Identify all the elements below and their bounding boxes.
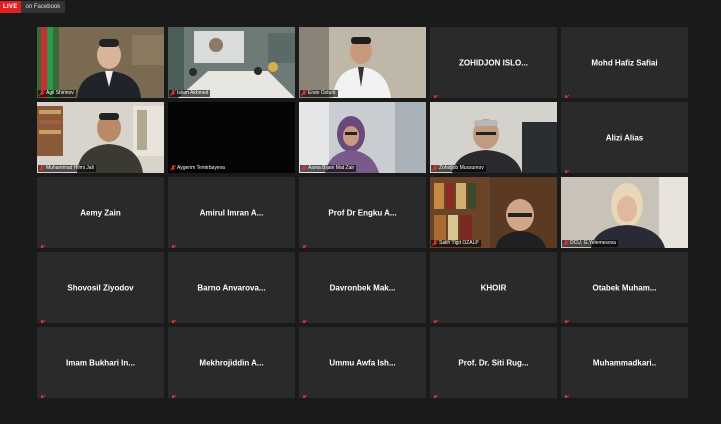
muted-mic-icon [563, 240, 569, 247]
participant-video [299, 27, 426, 98]
participant-name-label: Islam Akhmed [169, 90, 211, 97]
participant-name: Muhammadkari.. [592, 358, 657, 367]
muted-mic-icon [301, 314, 308, 323]
muted-mic-icon [39, 314, 46, 323]
participant-name: Ummu Awfa Ish... [329, 358, 396, 367]
participant-video [430, 177, 557, 248]
participant-name-label: Zohidjob Muxsumov [431, 165, 486, 172]
muted-mic-icon [563, 164, 570, 173]
participant-name-label: DCU, G.Yelemesova [562, 240, 618, 247]
muted-mic-icon [39, 90, 45, 97]
participant-name: Prof. Dr. Siti Rug... [458, 358, 529, 367]
participant-name: Alizi Alias [605, 133, 644, 142]
participant-tile[interactable]: Aygerim Temirbayeva [168, 102, 295, 173]
participant-name: Aemy Zain [80, 208, 121, 217]
participant-name: Prof Dr Engku A... [328, 208, 397, 217]
participant-name-label: Aygerim Temirbayeva [169, 165, 227, 172]
muted-mic-icon [563, 314, 570, 323]
muted-mic-icon [39, 239, 46, 248]
participant-name-label: Ersin Ozturk [300, 90, 338, 97]
participant-tile[interactable]: Asma Bijani Mat Zair [299, 102, 426, 173]
participant-tile[interactable]: Shovosil Ziyodov [37, 252, 164, 323]
participant-name: Davronbek Mak... [329, 283, 396, 292]
participant-tile[interactable]: Prof. Dr. Siti Rug... [430, 327, 557, 398]
participant-name-label: Salih Yigit OZALP [431, 240, 481, 247]
participant-tile[interactable]: Zohidjob Muxsumov [430, 102, 557, 173]
participant-name: Amirul Imran A... [199, 208, 264, 217]
muted-mic-icon [301, 239, 308, 248]
muted-mic-icon [301, 389, 308, 398]
participant-tile[interactable]: Alizi Alias [561, 102, 688, 173]
participant-tile[interactable]: Islam Akhmed [168, 27, 295, 98]
participant-name: Otabek Muham... [592, 283, 657, 292]
muted-mic-icon [563, 89, 570, 98]
muted-mic-icon [39, 389, 46, 398]
participant-tile[interactable]: Salih Yigit OZALP [430, 177, 557, 248]
muted-mic-icon [432, 389, 439, 398]
muted-mic-icon [170, 90, 176, 97]
participant-tile[interactable]: Prof Dr Engku A... [299, 177, 426, 248]
platform-label: on Facebook [20, 0, 66, 13]
participant-video [561, 177, 688, 248]
muted-mic-icon [170, 314, 177, 323]
participant-name-label: Asma Bijani Mat Zair [300, 165, 357, 172]
muted-mic-icon [301, 165, 307, 172]
participant-video [37, 102, 164, 173]
muted-mic-icon [170, 239, 177, 248]
muted-mic-icon [432, 89, 439, 98]
participant-name: Mohd Hafiz Safiai [591, 58, 658, 67]
participant-name: KHOIR [480, 283, 507, 292]
participant-name-label: Agil Shirinov [38, 90, 76, 97]
participant-name: ZOHIDJON ISLO... [459, 58, 528, 67]
participant-tile[interactable]: ZOHIDJON ISLO... [430, 27, 557, 98]
participant-tile[interactable]: Otabek Muham... [561, 252, 688, 323]
live-badge: LIVE [0, 0, 21, 13]
participant-video [430, 102, 557, 173]
participant-tile[interactable]: Aemy Zain [37, 177, 164, 248]
participant-name: Imam Bukhari In... [66, 358, 135, 367]
participant-video [168, 27, 295, 98]
participant-name: Barno Anvarova... [197, 283, 266, 292]
participant-name-label: Muhammad Hilmi Jali [38, 165, 96, 172]
participant-tile[interactable]: Mekhrojiddin A... [168, 327, 295, 398]
participant-tile[interactable]: Agil Shirinov [37, 27, 164, 98]
participant-tile[interactable]: Imam Bukhari In... [37, 327, 164, 398]
participant-tile[interactable]: Mohd Hafiz Safiai [561, 27, 688, 98]
participant-tile[interactable]: Davronbek Mak... [299, 252, 426, 323]
muted-mic-icon [301, 90, 307, 97]
participant-tile[interactable]: Barno Anvarova... [168, 252, 295, 323]
muted-mic-icon [170, 165, 176, 172]
participant-video [37, 27, 164, 98]
participant-tile[interactable]: Amirul Imran A... [168, 177, 295, 248]
participant-tile[interactable]: Ersin Ozturk [299, 27, 426, 98]
participant-tile[interactable]: Muhammad Hilmi Jali [37, 102, 164, 173]
muted-mic-icon [563, 389, 570, 398]
muted-mic-icon [170, 389, 177, 398]
participant-video [299, 102, 426, 173]
muted-mic-icon [39, 165, 45, 172]
participant-tile[interactable]: Muhammadkari.. [561, 327, 688, 398]
participant-tile[interactable]: KHOIR [430, 252, 557, 323]
muted-mic-icon [432, 165, 438, 172]
participant-tile[interactable]: DCU, G.Yelemesova [561, 177, 688, 248]
participant-name: Mekhrojiddin A... [199, 358, 264, 367]
live-indicator: LIVE on Facebook [0, 0, 66, 13]
participant-name: Shovosil Ziyodov [67, 283, 134, 292]
muted-mic-icon [432, 314, 439, 323]
participant-grid: Agil Shirinov Islam Akhmed Ersin Ozturk … [37, 27, 688, 398]
participant-tile[interactable]: Ummu Awfa Ish... [299, 327, 426, 398]
muted-mic-icon [432, 240, 438, 247]
